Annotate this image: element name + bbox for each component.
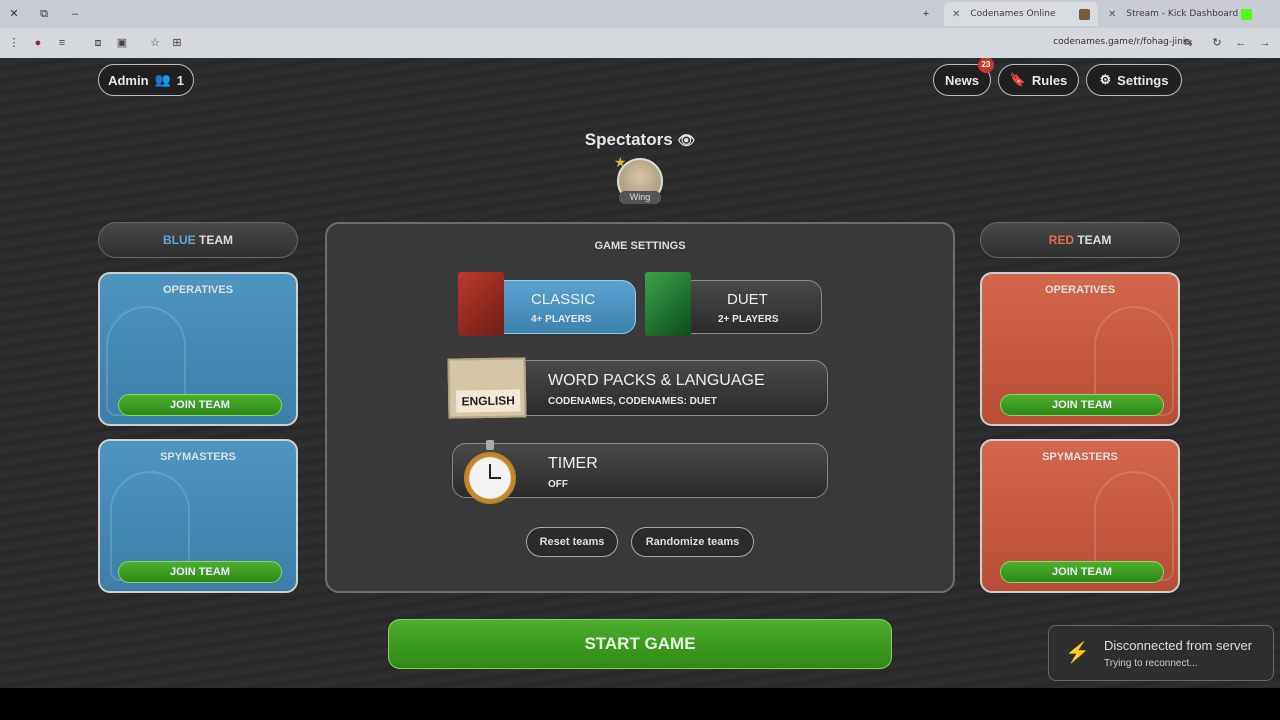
red-spymasters-card: SPYMASTERS JOIN TEAM xyxy=(980,439,1180,593)
red-spymasters-join-button[interactable]: JOIN TEAM xyxy=(1000,561,1164,583)
timer-title: TIMER xyxy=(548,455,598,472)
news-badge: 23 xyxy=(978,58,994,73)
spectators-title-text: Spectators xyxy=(584,130,673,149)
new-tab-button[interactable]: + xyxy=(918,6,934,22)
start-game-button[interactable]: START GAME xyxy=(388,619,892,669)
toast-subtitle: Trying to reconnect... xyxy=(1104,658,1198,669)
close-window-icon[interactable]: ✕ xyxy=(6,6,22,22)
blue-spymasters-join-button[interactable]: JOIN TEAM xyxy=(118,561,282,583)
reset-teams-button[interactable]: Reset teams xyxy=(526,527,618,557)
mode-duet-option[interactable]: DUET 2+ PLAYERS xyxy=(668,280,822,334)
settings-label: Settings xyxy=(1117,72,1169,88)
players-icon: 👥 xyxy=(154,72,171,87)
clock-hand xyxy=(489,477,501,479)
restore-window-icon[interactable]: ⧉ xyxy=(36,6,52,22)
eye-icon: 👁 xyxy=(677,132,696,148)
site-settings-icon[interactable]: ⇆ xyxy=(1180,35,1196,51)
red-operatives-join-button[interactable]: JOIN TEAM xyxy=(1000,394,1164,416)
mode-duet-title: DUET xyxy=(727,291,768,308)
tab-title: Codenames Online xyxy=(970,9,1056,19)
language-card-icon: ENGLISH xyxy=(447,357,527,419)
mode-classic-title: CLASSIC xyxy=(531,291,596,308)
red-team-label-rest: TEAM xyxy=(1077,233,1112,247)
mode-classic-subtitle: 4+ PLAYERS xyxy=(531,314,592,325)
gear-icon: ⚙ xyxy=(1099,72,1112,87)
blue-operatives-card: OPERATIVES JOIN TEAM xyxy=(98,272,298,426)
unplugged-icon: ⚡ xyxy=(1065,642,1090,664)
red-operatives-label: OPERATIVES xyxy=(1044,284,1116,296)
browser-tabbar: ✕ ⧉ – + ✕ Codenames Online ✕ Stream - Ki… xyxy=(0,0,1280,28)
spectators-title: Spectators 👁 xyxy=(560,130,720,150)
screenshot-icon[interactable]: ▣ xyxy=(114,35,130,51)
forward-icon[interactable]: → xyxy=(1257,35,1273,51)
menu-dots-icon[interactable]: ⋮ xyxy=(6,35,22,51)
word-packs-subtitle: CODENAMES, CODENAMES: DUET xyxy=(548,396,717,407)
stopwatch-crown xyxy=(486,440,494,450)
game-lobby: Admin 👥 1 News 23 🔖 Rules ⚙ Settings Spe… xyxy=(0,58,1280,688)
mode-duet-subtitle: 2+ PLAYERS xyxy=(718,314,779,325)
red-spymasters-label: SPYMASTERS xyxy=(1042,451,1118,463)
crown-icon: ★ xyxy=(614,154,627,170)
red-operatives-card: OPERATIVES JOIN TEAM xyxy=(980,272,1180,426)
randomize-teams-button[interactable]: Randomize teams xyxy=(631,527,754,557)
extensions-icon[interactable]: ⧈ xyxy=(90,35,106,51)
blue-team-color-word: BLUE xyxy=(162,233,196,247)
url-field[interactable]: codenames.game/r/fohag-jinis xyxy=(1053,37,1190,47)
reload-icon[interactable]: ↻ xyxy=(1209,35,1225,51)
close-tab-icon[interactable]: ✕ xyxy=(1108,9,1116,20)
blue-operatives-label: OPERATIVES xyxy=(162,284,234,296)
translate-icon[interactable]: ⊞ xyxy=(169,35,185,51)
back-icon[interactable]: ← xyxy=(1233,35,1249,51)
blue-team-header: BLUE TEAM xyxy=(98,222,298,258)
profile-icon[interactable]: ● xyxy=(30,35,46,51)
bookmark-star-icon[interactable]: ☆ xyxy=(147,35,163,51)
rules-button[interactable]: 🔖 Rules xyxy=(998,64,1079,96)
media-icon[interactable]: ≡ xyxy=(54,35,70,51)
timer-subtitle: OFF xyxy=(548,479,568,490)
tab-kick[interactable]: ✕ Stream - Kick Dashboard xyxy=(1100,2,1260,26)
codenames-duet-box-art xyxy=(645,272,691,336)
settings-button[interactable]: ⚙ Settings xyxy=(1086,64,1182,96)
red-team-header: RED TEAM xyxy=(980,222,1180,258)
stopwatch-icon xyxy=(464,452,516,504)
game-settings-title: GAME SETTINGS xyxy=(594,240,686,252)
red-team-color-word: RED xyxy=(1048,233,1074,247)
word-packs-title: WORD PACKS & LANGUAGE xyxy=(548,372,765,389)
spectator-name: Wing xyxy=(619,191,661,204)
codenames-box-art xyxy=(458,272,504,336)
tab-codenames[interactable]: ✕ Codenames Online xyxy=(944,2,1098,26)
close-tab-icon[interactable]: ✕ xyxy=(952,9,960,20)
language-card-label: ENGLISH xyxy=(456,389,521,413)
blue-spymasters-label: SPYMASTERS xyxy=(160,451,236,463)
address-bar: ⋮ ● ≡ ⧈ ▣ ☆ ⊞ codenames.game/r/fohag-jin… xyxy=(0,28,1280,58)
blue-spymasters-card: SPYMASTERS JOIN TEAM xyxy=(98,439,298,593)
blue-operatives-join-button[interactable]: JOIN TEAM xyxy=(118,394,282,416)
admin-label: Admin xyxy=(108,72,149,88)
toast-title: Disconnected from server xyxy=(1104,638,1253,653)
kick-favicon-icon xyxy=(1241,8,1252,20)
rules-label: Rules xyxy=(1031,72,1068,88)
news-button[interactable]: News 23 xyxy=(933,58,994,96)
bookmark-icon: 🔖 xyxy=(1009,72,1026,87)
tab-title: Stream - Kick Dashboard xyxy=(1126,9,1239,19)
clock-hand xyxy=(489,464,491,478)
admin-button[interactable]: Admin 👥 1 xyxy=(98,64,194,96)
news-label: News xyxy=(945,72,979,88)
bottom-bar xyxy=(0,688,1280,720)
blue-team-label-rest: TEAM xyxy=(199,233,233,247)
minimize-window-icon[interactable]: – xyxy=(67,6,83,22)
player-count: 1 xyxy=(176,72,184,88)
codenames-favicon-icon xyxy=(1079,8,1090,20)
disconnected-toast: ⚡ Disconnected from server Trying to rec… xyxy=(1048,625,1274,681)
